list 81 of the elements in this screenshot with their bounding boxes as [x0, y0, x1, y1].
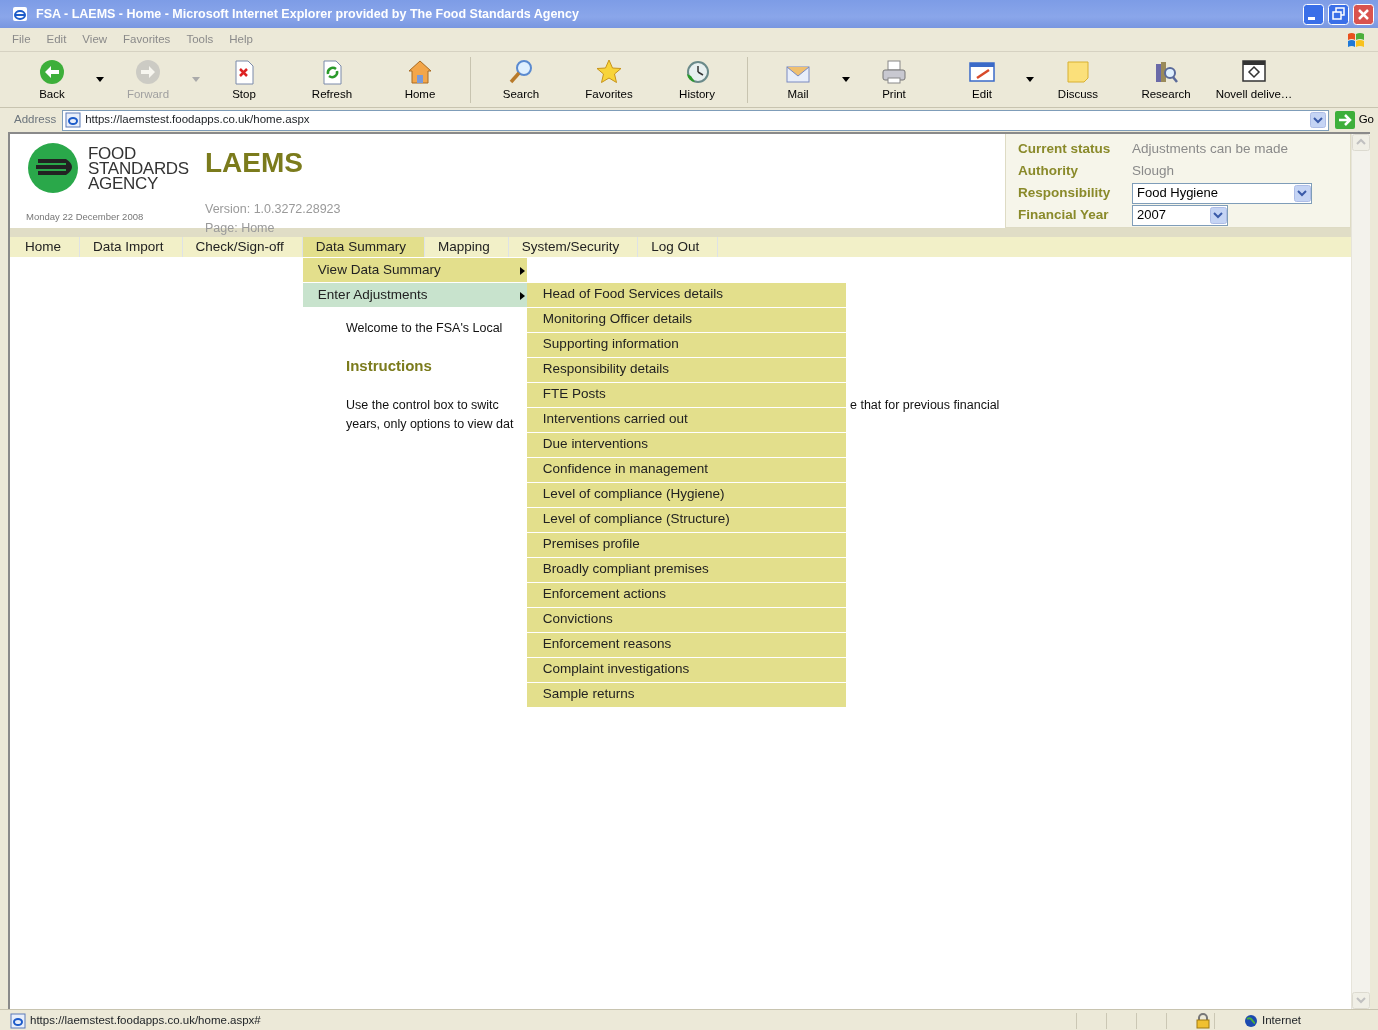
submenu-item[interactable]: Head of Food Services details	[526, 282, 846, 307]
welcome-text: Welcome to the FSA's Local	[346, 320, 503, 337]
browser-icon	[12, 6, 28, 22]
close-icon[interactable]	[1353, 3, 1374, 25]
submenu-item[interactable]: Interventions carried out	[526, 407, 846, 432]
submenu-item[interactable]: Confidence in management	[526, 457, 846, 482]
toolbar-button[interactable]: Back	[8, 53, 96, 106]
toolbar-button[interactable]: Stop	[200, 53, 288, 106]
toolbar-button[interactable]: Discuss	[1034, 53, 1122, 106]
nav-tab[interactable]: Check/Sign-off	[182, 237, 303, 257]
toolbar-button[interactable]: Search	[477, 53, 565, 106]
window-title: FSA - LAEMS - Home - Microsoft Internet Explorer provided by The Food Standards Agency	[36, 5, 580, 23]
globe-icon	[1244, 1013, 1258, 1028]
submenu-item[interactable]: Responsibility details	[526, 357, 846, 382]
address-label: Address	[14, 112, 57, 128]
submenu-item[interactable]: Premises profile	[526, 532, 846, 557]
paragraph-text: e that for previous financial	[850, 397, 1000, 415]
field-label: Authority	[1018, 161, 1079, 180]
menu-item[interactable]: Enter Adjustments	[302, 282, 527, 307]
instructions-heading: Instructions	[346, 355, 432, 376]
page-icon	[65, 112, 82, 128]
star-icon	[595, 57, 623, 86]
date-text: Monday 22 December 2008	[26, 209, 145, 224]
nav-tab[interactable]: Data Import	[80, 237, 183, 257]
status-url: https://laemstest.foodapps.co.uk/home.aspx#	[30, 1012, 262, 1028]
app-title: LAEMS	[205, 146, 304, 180]
field-value: Adjustments can be made	[1131, 139, 1289, 158]
submenu-item[interactable]: Sample returns	[526, 682, 846, 707]
nav-tab[interactable]: Home	[12, 237, 80, 257]
version-text: Version: 1.0.3272.28923	[205, 201, 342, 218]
select-field[interactable]: 2007	[1132, 204, 1228, 226]
menu-item[interactable]: View Data Summary	[302, 257, 527, 282]
toolbar-button[interactable]: Edit	[938, 53, 1026, 106]
submenu-item[interactable]: Monitoring Officer details	[526, 307, 846, 332]
submenu-item[interactable]: Level of compliance (Hygiene)	[526, 482, 846, 507]
paragraph-text: years, only options to view dat	[346, 416, 515, 433]
toolbar-button[interactable]: Print	[850, 53, 938, 106]
submenu-item[interactable]: Due interventions	[526, 432, 846, 457]
submenu-item[interactable]: Level of compliance (Structure)	[526, 507, 846, 532]
page-name-text: Page: Home	[205, 219, 276, 237]
logo-text: FOOD	[88, 146, 136, 161]
submenu-item[interactable]: Convictions	[526, 607, 846, 632]
toolbar-button[interactable]: Research	[1122, 53, 1210, 106]
nav-tab[interactable]: Mapping	[424, 237, 509, 257]
toolbar-button[interactable]: Home	[376, 53, 464, 106]
submenu-item[interactable]: Enforcement reasons	[526, 632, 846, 657]
fork-logo-icon	[26, 142, 80, 194]
nav-tab[interactable]: Log Out	[638, 237, 719, 257]
nav-tab[interactable]: Data Summary	[302, 237, 425, 257]
search-icon	[507, 57, 535, 86]
dropdown-caret-icon[interactable]	[842, 77, 850, 82]
dropdown-caret-icon[interactable]	[1026, 77, 1034, 82]
submenu-item[interactable]: Enforcement actions	[526, 582, 846, 607]
submenu-item[interactable]: FTE Posts	[526, 382, 846, 407]
logo-text: AGENCY	[88, 176, 159, 191]
submenu-item[interactable]: Broadly compliant premises	[526, 557, 846, 582]
toolbar-button[interactable]: Mail	[754, 53, 842, 106]
field-label: Current status	[1018, 139, 1112, 158]
submenu-item[interactable]: Supporting information	[526, 332, 846, 357]
toolbar-button[interactable]: Favorites	[565, 53, 653, 106]
field-label: Responsibility	[1018, 183, 1112, 202]
select-field[interactable]: Food Hygiene	[1132, 182, 1312, 204]
zone-text: Internet	[1262, 1012, 1302, 1028]
padlock-icon	[1196, 1012, 1210, 1029]
restore-icon[interactable]	[1328, 3, 1349, 25]
toolbar-button[interactable]: History	[653, 53, 741, 106]
address-field[interactable]: https://laemstest.foodapps.co.uk/home.aspx	[62, 109, 1329, 131]
nav-tab[interactable]: System/Security	[508, 237, 639, 257]
submenu-item[interactable]: Complaint investigations	[526, 657, 846, 682]
dropdown-caret-icon[interactable]	[96, 77, 104, 82]
toolbar-button[interactable]: Refresh	[288, 53, 376, 106]
logo-text: STANDARDS	[88, 161, 189, 176]
field-label: Financial Year	[1018, 205, 1110, 224]
go-button[interactable]: Go	[1334, 111, 1374, 129]
toolbar-button[interactable]: Novell delive…	[1210, 53, 1298, 106]
page-icon	[10, 1012, 26, 1029]
paragraph-text: Use the control box to switc	[346, 397, 500, 415]
minimize-icon[interactable]	[1303, 3, 1324, 25]
field-value: Slough	[1131, 161, 1175, 180]
go-arrow-icon	[1334, 111, 1355, 129]
printer-icon	[880, 57, 908, 86]
